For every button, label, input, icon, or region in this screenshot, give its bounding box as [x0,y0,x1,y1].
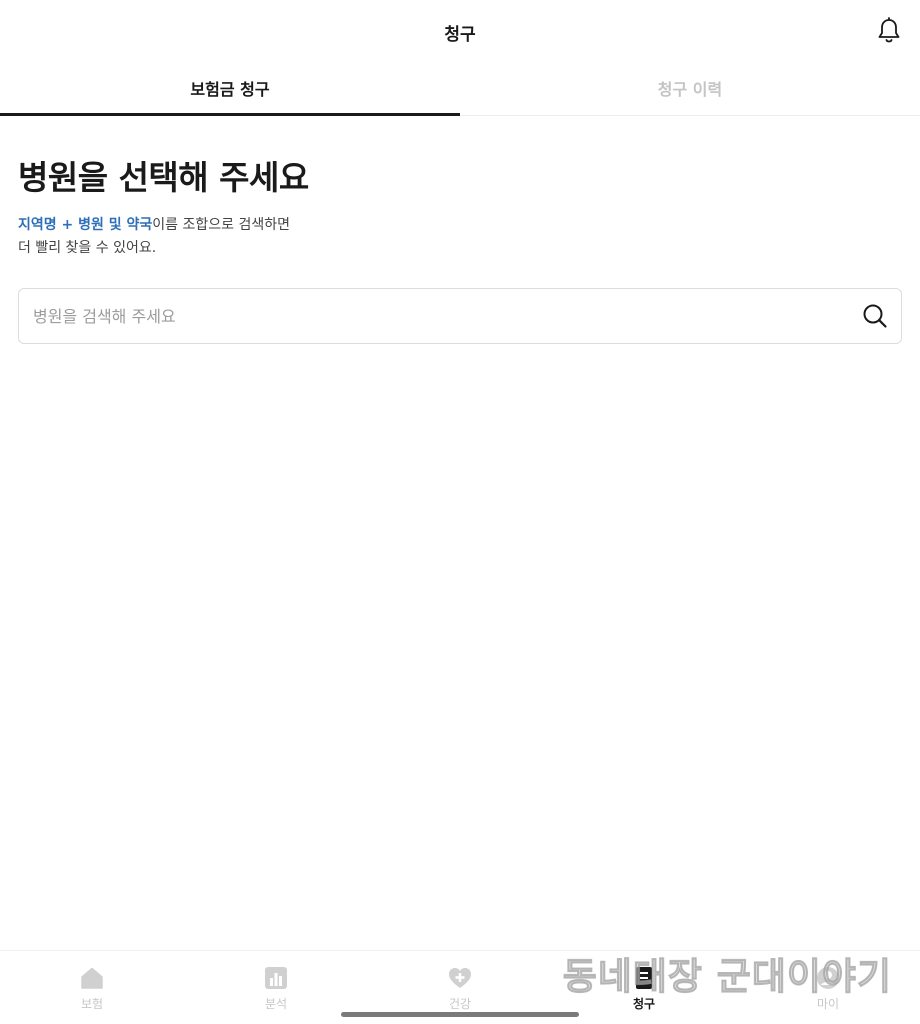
heart-plus-icon [449,968,471,988]
tab-insurance-claim[interactable]: 보험금 청구 [0,60,460,116]
nav-label-analysis: 분석 [264,997,288,1011]
home-icon [81,967,103,989]
hint-highlight-hospital: 병원 및 약국 [78,217,153,233]
nav-label-my: 마이 [816,997,840,1011]
bell-icon[interactable] [876,17,902,45]
search-icon[interactable] [861,302,889,330]
bar-chart-icon [265,967,287,989]
hint-plus: + [56,217,79,233]
main-content: 병원을 선택해 주세요 지역명 + 병원 및 약국이름 조합으로 검색하면 더 … [18,154,902,344]
app-header: 청구 [0,0,920,60]
hint-text: 이름 조합으로 검색하면 [152,217,290,233]
search-box [18,288,902,344]
search-hint-line-1: 지역명 + 병원 및 약국이름 조합으로 검색하면 [18,214,902,237]
page-header-title: 청구 [444,25,476,45]
tab-bar: 보험금 청구 청구 이력 [0,60,920,116]
tab-claim-history[interactable]: 청구 이력 [460,60,920,115]
nav-item-insurance[interactable]: 보험 [0,951,184,1024]
search-hint-line-2: 더 빨리 찾을 수 있어요. [18,240,157,256]
nav-label-insurance: 보험 [80,997,104,1011]
nav-item-claim[interactable]: 청구 [552,951,736,1024]
nav-item-my[interactable]: 마이 [736,951,920,1024]
page-title: 병원을 선택해 주세요 [18,158,309,197]
claim-icon [636,967,652,989]
home-indicator[interactable] [341,1012,579,1017]
nav-label-health: 건강 [448,997,472,1011]
hint-highlight-region: 지역명 [18,217,57,233]
hospital-search-input[interactable] [19,289,849,343]
profile-icon [817,967,839,989]
nav-label-claim: 청구 [632,997,656,1011]
search-hint: 지역명 + 병원 및 약국이름 조합으로 검색하면 더 빨리 찾을 수 있어요. [18,214,902,260]
